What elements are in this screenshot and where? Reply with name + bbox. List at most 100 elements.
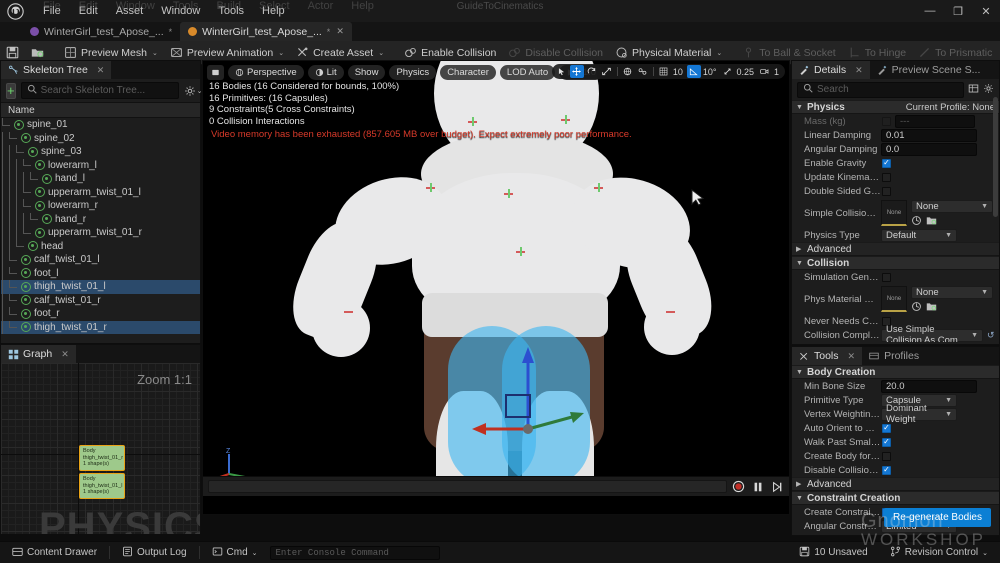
skeleton-tree-row[interactable]: upperarm_twist_01_r (1, 226, 200, 240)
console-command-box[interactable] (270, 546, 440, 560)
details-property-row[interactable]: Linear Damping0.01 (792, 128, 999, 142)
viewport-lod-button[interactable]: LOD Auto (500, 65, 555, 80)
unsaved-assets-button[interactable]: 10 Unsaved (793, 544, 873, 562)
grid-snap-value[interactable]: 10 (672, 67, 686, 77)
details-property-list[interactable]: ▼PhysicsCurrent Profile: NoneMass (kg)--… (792, 100, 999, 342)
asset-tab-physics[interactable]: WinterGirl_test_Apose_... * ✕ (180, 22, 352, 41)
property-dropdown[interactable]: Use Simple Collision As Com▼ (881, 329, 983, 342)
property-dropdown[interactable]: Default▼ (881, 229, 957, 242)
surface-snap-button[interactable] (636, 65, 650, 78)
details-search-input[interactable] (817, 84, 958, 95)
add-bone-button[interactable]: + (6, 83, 16, 99)
skeleton-tree-row[interactable]: spine_01 (1, 118, 200, 132)
tools-property-row[interactable]: Min Bone Size20.0 (792, 379, 999, 393)
chevron-right-icon[interactable]: ▶ (796, 245, 804, 253)
asset-thumbnail[interactable]: None (881, 286, 907, 312)
details-section-header[interactable]: ▼Collision (792, 256, 999, 270)
use-selected-asset-icon[interactable] (926, 215, 937, 226)
tools-section-header[interactable]: ▼Body Creation (792, 365, 999, 379)
revision-control-button[interactable]: Revision Control ⌄ (884, 544, 994, 562)
tab-profiles[interactable]: Profiles (862, 347, 926, 365)
details-property-row[interactable]: Double Sided Geometry (792, 184, 999, 198)
tab-details[interactable]: Details ✕ (792, 61, 870, 79)
close-icon[interactable]: ✕ (855, 65, 863, 76)
details-property-row[interactable]: Angular Damping0.0 (792, 142, 999, 156)
graph-canvas[interactable]: Zoom 1:1 Body thigh_twist_01_r 1 shape(s… (1, 363, 200, 534)
close-icon[interactable]: ✕ (848, 351, 856, 362)
asset-dropdown[interactable]: None▼ (911, 200, 993, 213)
tools-advanced-section[interactable]: ▶Advanced (792, 477, 999, 491)
camera-speed-value[interactable]: 1 (773, 67, 782, 77)
skeleton-search-box[interactable] (21, 82, 179, 99)
details-scrollbar[interactable] (993, 97, 998, 217)
search-input[interactable] (41, 85, 173, 96)
property-checkbox[interactable] (882, 273, 891, 282)
details-property-row[interactable]: Update Kinematic from... (792, 170, 999, 184)
grid-snap-button[interactable] (657, 65, 671, 78)
graph-node-body-r[interactable]: Body thigh_twist_01_r 1 shape(s) (79, 445, 125, 471)
details-column-view-icon[interactable] (968, 83, 979, 97)
angle-snap-value[interactable]: 10° (702, 67, 720, 77)
skeleton-tree-row[interactable]: spine_03 (1, 145, 200, 159)
close-window-button[interactable]: ✕ (972, 0, 1000, 22)
tools-section-header[interactable]: ▼Constraint Creation (792, 491, 999, 505)
camera-speed-button[interactable] (758, 65, 772, 78)
tools-property-row[interactable]: Auto Orient to Bone (792, 421, 999, 435)
browse-to-asset-icon[interactable] (911, 301, 922, 312)
viewport-menu-button[interactable] (207, 65, 224, 80)
unreal-logo-icon[interactable] (0, 0, 30, 22)
select-tool-button[interactable] (555, 65, 569, 78)
skeleton-tree-row[interactable]: thigh_twist_01_r (1, 321, 200, 335)
scale-tool-button[interactable] (600, 65, 614, 78)
cmd-selector-button[interactable]: Cmd ⌄ (206, 544, 264, 562)
property-checkbox[interactable] (882, 438, 891, 447)
skeleton-tree-row[interactable]: lowerarm_r (1, 199, 200, 213)
details-property-row[interactable]: Simulation Generates... (792, 270, 999, 284)
chevron-down-icon[interactable]: ⌄ (378, 49, 384, 57)
value-field[interactable]: 20.0 (881, 380, 977, 393)
content-drawer-button[interactable]: Content Drawer (6, 544, 103, 562)
chevron-down-icon[interactable]: ⌄ (152, 49, 158, 57)
details-section-header[interactable]: ▼PhysicsCurrent Profile: None (792, 100, 999, 114)
viewport-show-button[interactable]: Show (348, 65, 386, 80)
asset-dropdown[interactable]: None▼ (911, 286, 993, 299)
angle-snap-button[interactable] (687, 65, 701, 78)
tools-property-row[interactable]: Create Body for All Bo... (792, 449, 999, 463)
chevron-down-icon[interactable]: ⌄ (716, 49, 722, 57)
rotate-tool-button[interactable] (585, 65, 599, 78)
use-selected-asset-icon[interactable] (926, 301, 937, 312)
skeleton-tree-row[interactable]: head (1, 240, 200, 254)
skeleton-tree-row[interactable]: calf_twist_01_r (1, 294, 200, 308)
tab-preview-scene-settings[interactable]: Preview Scene S... (870, 61, 988, 79)
viewport-physics-button[interactable]: Physics (389, 65, 436, 80)
timeline-scrubber[interactable] (208, 480, 727, 493)
details-property-row[interactable]: Simple Collision Physi...NoneNone▼ (792, 198, 999, 228)
details-property-row[interactable]: Physics TypeDefault▼ (792, 228, 999, 242)
property-checkbox[interactable] (882, 173, 891, 182)
skeleton-tree-list[interactable]: spine_01spine_02spine_03lowerarm_lhand_l… (1, 118, 200, 343)
viewport-lit-button[interactable]: Lit (308, 65, 344, 80)
property-checkbox[interactable] (882, 159, 891, 168)
record-button[interactable] (731, 479, 746, 494)
close-icon[interactable]: ✕ (61, 349, 69, 360)
value-field[interactable]: 0.0 (881, 143, 977, 156)
property-checkbox[interactable] (882, 452, 891, 461)
property-checkbox[interactable] (882, 466, 891, 475)
tools-property-row[interactable]: Vertex Weighting TypeDominant Weight▼ (792, 407, 999, 421)
details-search-box[interactable] (797, 82, 964, 98)
enable-checkbox[interactable] (882, 117, 891, 126)
value-field[interactable]: 0.01 (881, 129, 977, 142)
world-space-button[interactable] (621, 65, 635, 78)
tools-property-row[interactable]: Walk Past Small Bones (792, 435, 999, 449)
tab-graph[interactable]: Graph ✕ (1, 345, 76, 363)
scale-snap-value[interactable]: 0.25 (735, 67, 757, 77)
details-settings-gear-icon[interactable] (983, 83, 994, 97)
pause-button[interactable] (750, 479, 765, 494)
maximize-button[interactable]: ❐ (944, 0, 972, 22)
browse-to-asset-icon[interactable] (911, 215, 922, 226)
close-icon[interactable]: ✕ (97, 65, 105, 76)
close-icon[interactable]: ✕ (336, 26, 344, 37)
viewport-perspective-button[interactable]: Perspective (228, 65, 304, 80)
chevron-down-icon[interactable]: ⌄ (252, 549, 258, 557)
chevron-down-icon[interactable]: ⌄ (982, 549, 988, 557)
